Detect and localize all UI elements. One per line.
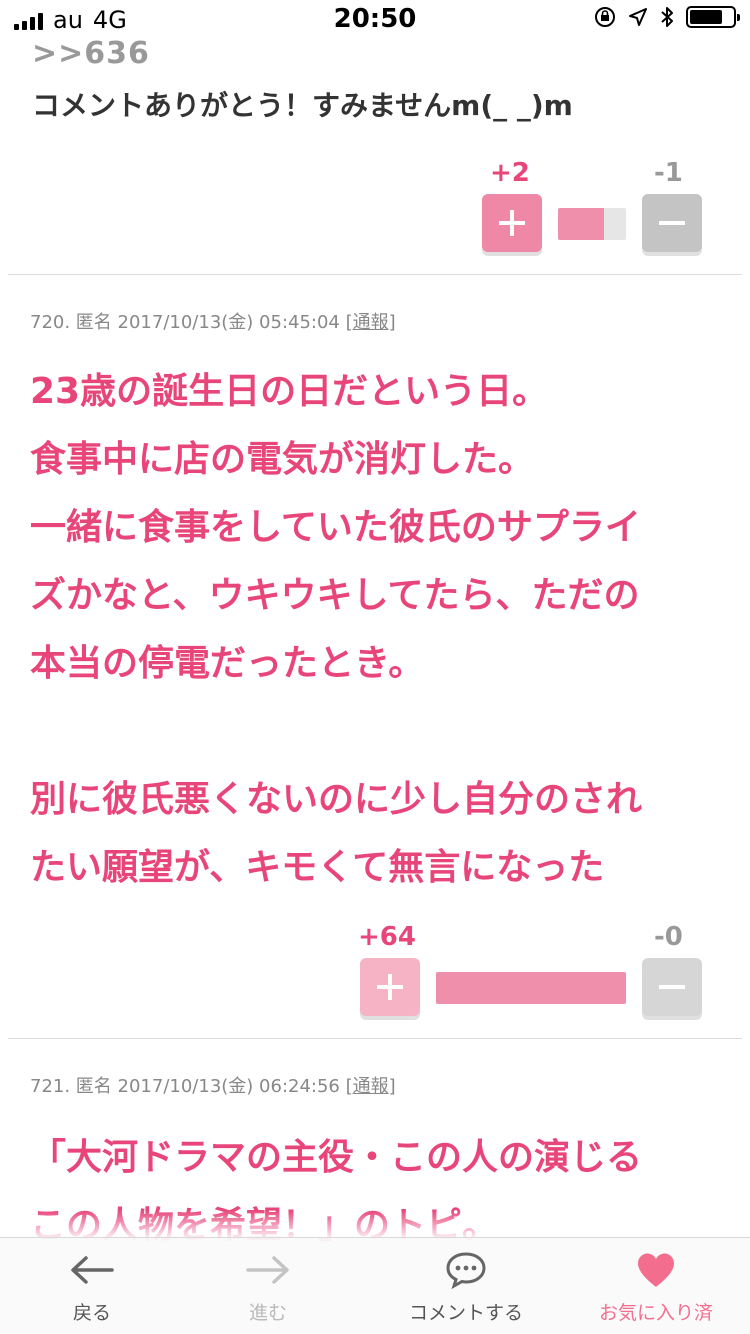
scroll-fade	[0, 1210, 750, 1238]
speech-bubble-icon	[446, 1252, 486, 1289]
plus-vote-button[interactable]	[360, 958, 420, 1016]
comment-line: 23歳の誕生日の日だという日。	[30, 371, 549, 412]
plus-icon	[499, 210, 525, 236]
minus-icon	[659, 985, 685, 989]
comment-divider	[8, 1038, 742, 1039]
back-arrow-icon	[71, 1256, 114, 1284]
comment-label: コメントする	[408, 1302, 523, 1324]
minus-vote-button[interactable]	[642, 194, 702, 252]
bottom-toolbar: 戻る 進む コメントする お気に入り済	[0, 1237, 750, 1334]
minus-vote-button[interactable]	[642, 958, 702, 1016]
comment-line: 本当の停電だったとき。	[30, 643, 425, 684]
comment-line: たい願望が、キモくて無言になった	[30, 847, 605, 888]
comment-meta: 721. 匿名 2017/10/13(金) 06:24:56 [通報]	[30, 1072, 396, 1098]
location-arrow-icon	[629, 8, 647, 26]
minus-icon	[659, 221, 685, 225]
vote-ratio-fill	[436, 972, 626, 1004]
status-bar: au 4G 20:50	[0, 0, 750, 40]
heart-icon	[638, 1253, 674, 1287]
forward-arrow-icon	[246, 1256, 289, 1284]
bluetooth-icon	[661, 7, 673, 27]
status-right	[594, 6, 740, 28]
report-link[interactable]: [通報]	[346, 312, 396, 333]
vote-ratio-bar	[558, 208, 626, 240]
comment-meta-text: 721. 匿名 2017/10/13(金) 06:24:56	[30, 1076, 340, 1097]
report-link[interactable]: [通報]	[346, 1076, 396, 1097]
minus-vote-count: -0	[654, 922, 683, 952]
vote-ratio-fill	[558, 208, 604, 240]
vote-ratio-bar	[436, 972, 626, 1004]
comment-blank-line	[30, 698, 730, 766]
comment-button[interactable]: コメントする	[376, 1248, 556, 1325]
comment-line: 「大河ドラマの主役・この人の演じる	[30, 1137, 643, 1178]
minus-vote-count: -1	[654, 158, 683, 188]
comment-meta: 720. 匿名 2017/10/13(金) 05:45:04 [通報]	[30, 308, 396, 334]
comment-body: コメントありがとう！すみませんm(_ _)m	[32, 89, 573, 122]
favorite-button[interactable]: お気に入り済	[566, 1248, 746, 1325]
comment-divider	[8, 274, 742, 275]
plus-vote-count: +64	[358, 922, 416, 952]
back-button[interactable]: 戻る	[2, 1248, 182, 1325]
comment-line: ズかなと、ウキウキしてたら、ただの	[30, 575, 640, 616]
comment-meta-text: 720. 匿名 2017/10/13(金) 05:45:04	[30, 312, 340, 333]
plus-icon	[377, 974, 403, 1000]
battery-icon	[686, 6, 740, 28]
comment-line: 食事中に店の電気が消灯した。	[30, 439, 535, 480]
forward-button[interactable]: 進む	[178, 1248, 358, 1325]
plus-vote-button[interactable]	[482, 194, 542, 252]
comment-body: 23歳の誕生日の日だという日。 食事中に店の電気が消灯した。 一緒に食事をしてい…	[30, 358, 730, 902]
comment-line: 別に彼氏悪くないのに少し自分のされ	[30, 779, 643, 820]
reply-reference[interactable]: >>636	[32, 36, 150, 71]
rotation-lock-icon	[595, 7, 615, 27]
forward-label: 進む	[248, 1302, 287, 1324]
plus-vote-count: +2	[490, 158, 530, 188]
favorite-label: お気に入り済	[598, 1302, 713, 1324]
back-label: 戻る	[72, 1302, 111, 1324]
comment-line: 一緒に食事をしていた彼氏のサプライ	[30, 507, 641, 548]
